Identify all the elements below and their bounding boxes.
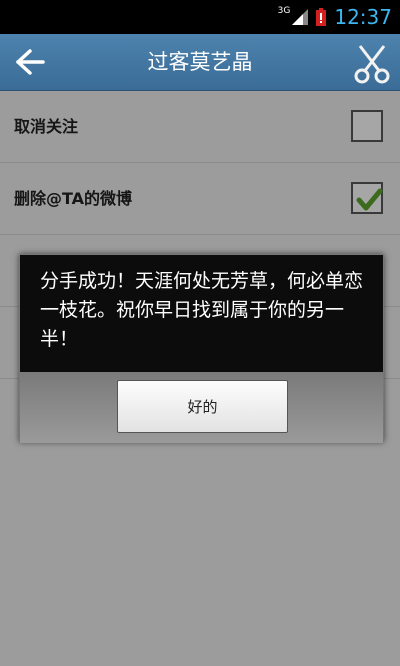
dialog-button-area: 好的 — [20, 372, 383, 443]
status-time: 12:37 — [334, 5, 392, 29]
signal-icon — [292, 9, 309, 25]
alert-dialog: 分手成功！天涯何处无芳草，何必单恋一枝花。祝你早日找到属于你的另一半！ 好的 — [19, 254, 384, 443]
dialog-message: 分手成功！天涯何处无芳草，何必单恋一枝花。祝你早日找到属于你的另一半！ — [40, 270, 364, 350]
status-bar: 3G 12:37 — [0, 0, 400, 34]
battery-alert-icon — [316, 8, 327, 26]
title-bar: 过客莫艺晶 — [0, 34, 400, 91]
ok-button[interactable]: 好的 — [117, 380, 288, 433]
dialog-message-area: 分手成功！天涯何处无芳草，何必单恋一枝花。祝你早日找到属于你的另一半！ — [20, 255, 383, 372]
network-type: 3G — [277, 6, 291, 16]
scissors-icon[interactable] — [352, 42, 392, 86]
page-title: 过客莫艺晶 — [147, 50, 253, 74]
